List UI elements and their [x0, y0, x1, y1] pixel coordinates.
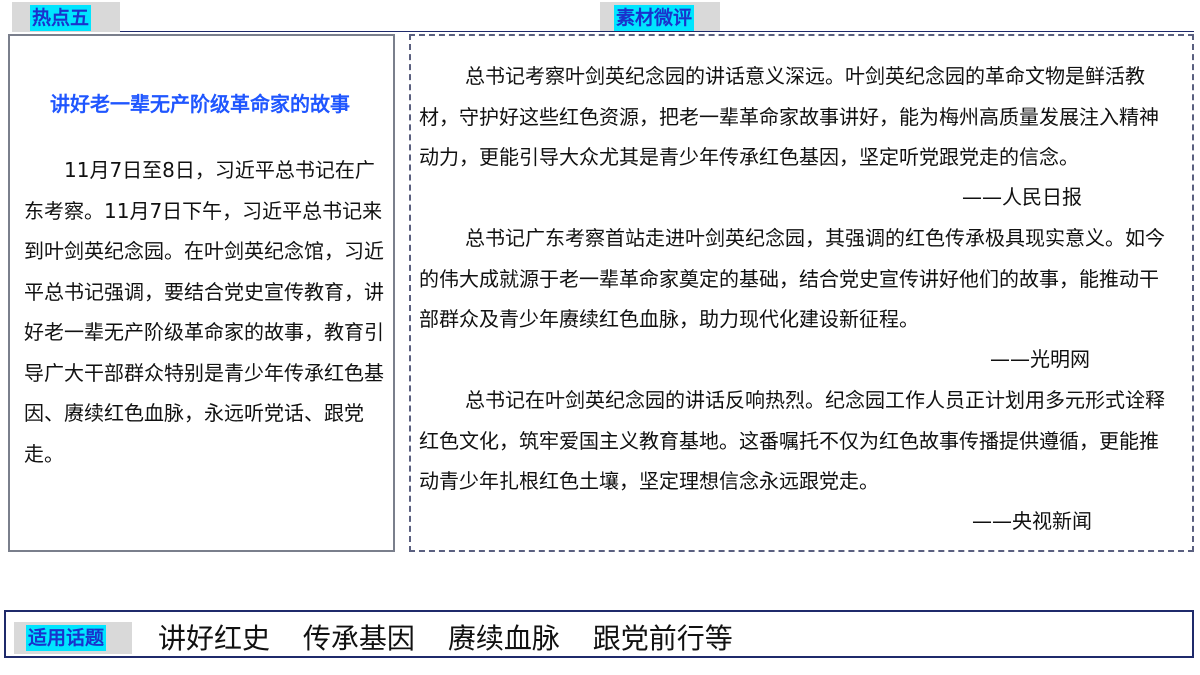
header-divider — [120, 31, 1194, 32]
comment-paragraph: 总书记考察叶剑英纪念园的讲话意义深远。叶剑英纪念园的革命文物是鲜活教材，守护好这… — [419, 64, 1159, 169]
comment-source: ——人民日报 — [962, 185, 1082, 209]
topic-item: 跟党前行等 — [592, 622, 733, 655]
comment-source: ——光明网 — [990, 347, 1090, 371]
topics-list: 讲好红史 传承基因 赓续血脉 跟党前行等 — [158, 617, 757, 657]
comment-paragraph: 总书记广东考察首站走进叶剑英纪念园，其强调的红色传承极具现实意义。如今的伟大成就… — [419, 226, 1165, 331]
topics-tag: 适用话题 — [14, 622, 132, 654]
comment-tag: 素材微评 — [600, 2, 720, 32]
topics-tag-label: 适用话题 — [26, 625, 107, 651]
hotspot-tag-label: 热点五 — [30, 5, 92, 31]
comment-paragraph: 总书记在叶剑英纪念园的讲话反响热烈。纪念园工作人员正计划用多元形式诠释红色文化，… — [419, 388, 1165, 493]
hotspot-body: 11月7日至8日，习近平总书记在广东考察。11月7日下午，习近平总书记来到叶剑英… — [24, 158, 384, 466]
hotspot-title: 讲好老一辈无产阶级革命家的故事 — [50, 92, 350, 116]
topic-item: 赓续血脉 — [447, 622, 560, 655]
hotspot-tag: 热点五 — [12, 2, 120, 32]
comment-tag-label: 素材微评 — [614, 5, 695, 31]
topic-item: 传承基因 — [302, 622, 415, 655]
topic-item: 讲好红史 — [158, 622, 271, 655]
comment-source: ——央视新闻 — [972, 509, 1092, 533]
